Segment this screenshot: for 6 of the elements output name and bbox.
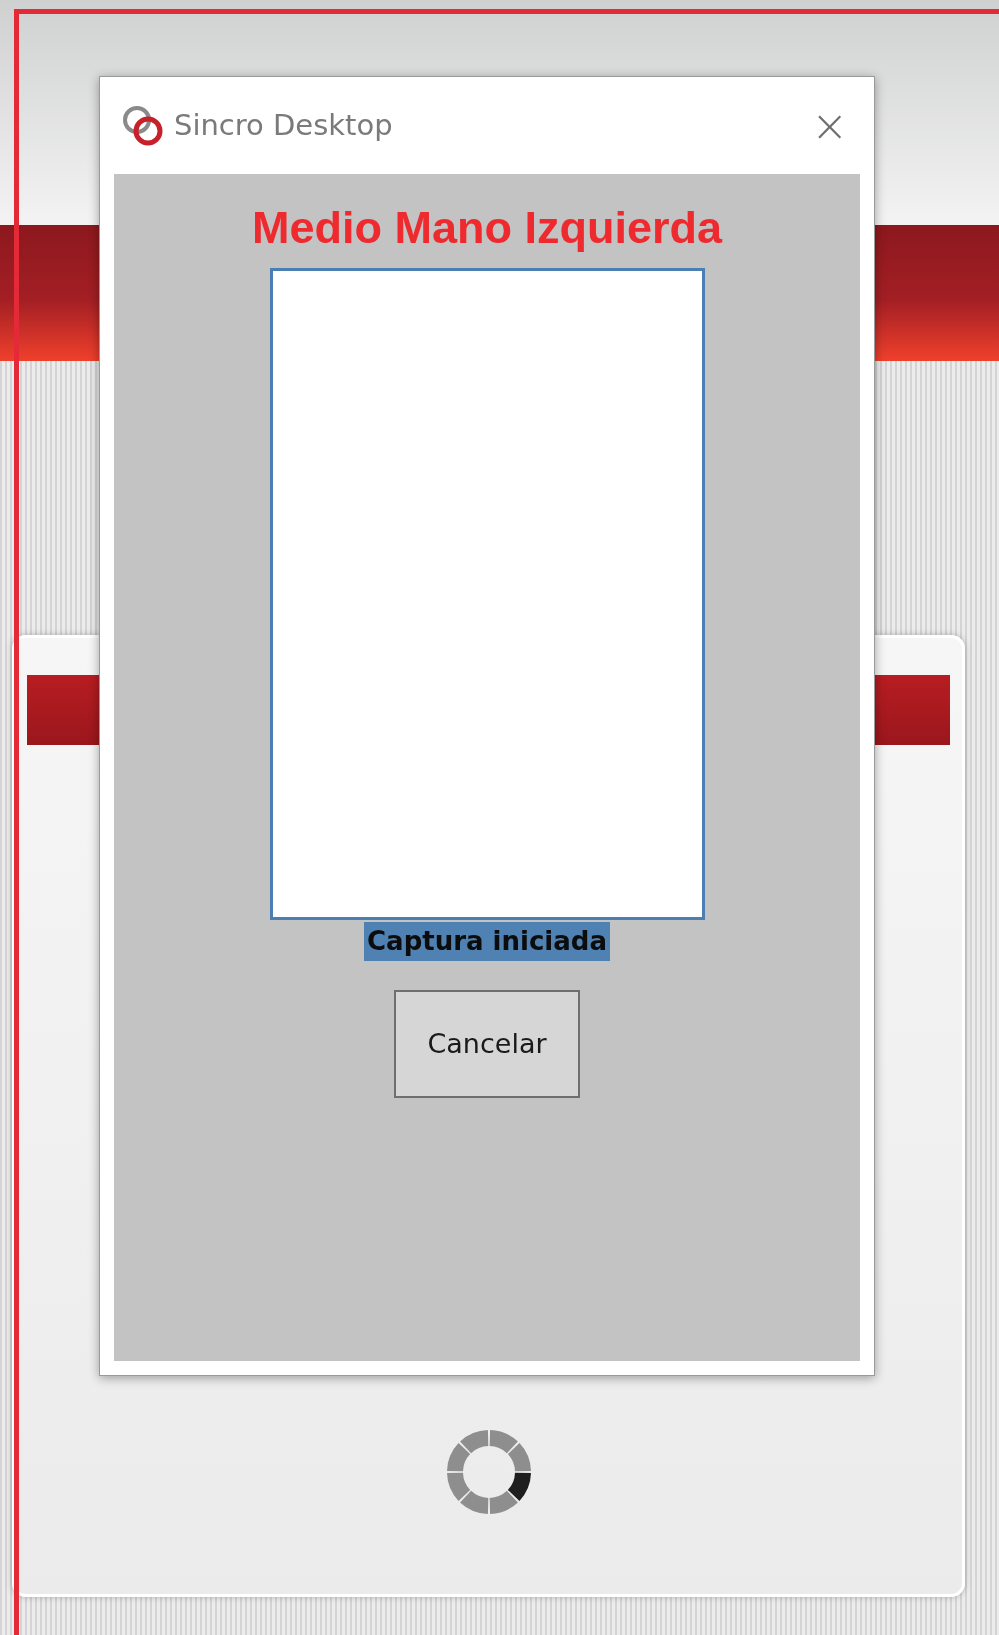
loading-spinner-icon [444,1428,533,1516]
finger-heading: Medio Mano Izquierda [252,201,722,255]
capture-status: Captura iniciada [364,922,610,962]
window-title: Sincro Desktop [174,106,393,144]
cancel-button[interactable]: Cancelar [394,990,580,1099]
close-button[interactable]: × [807,103,852,148]
